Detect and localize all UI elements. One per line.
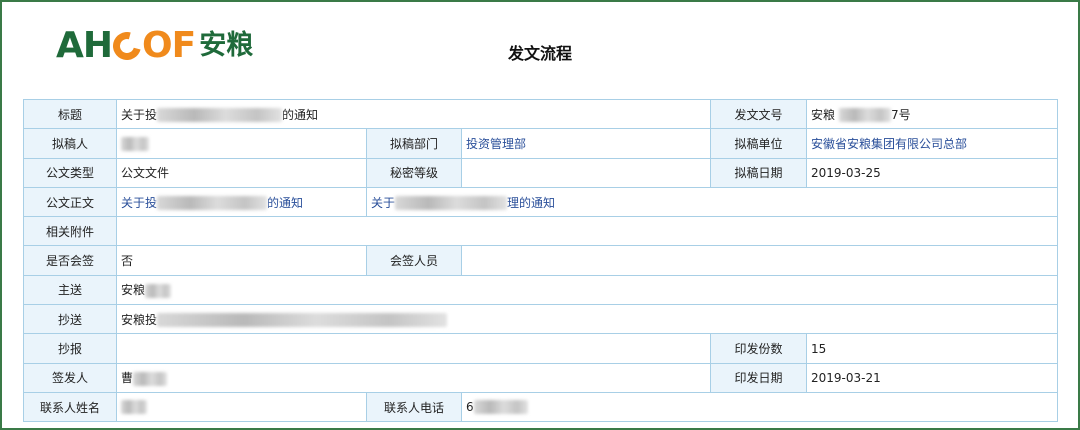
row-doc-body: 公文正文 关于投 的通知 关于 理的通知 xyxy=(23,186,1059,218)
page-title: 发文流程 xyxy=(507,44,572,63)
value-title: 关于投 的通知 xyxy=(115,98,712,130)
row-main-recipient: 主送 安粮 xyxy=(23,274,1059,306)
contact-phone-prefix: 6 xyxy=(466,399,474,414)
issuer-prefix: 曹 xyxy=(121,371,134,386)
doc-body-link-1-prefix: 关于投 xyxy=(121,195,158,210)
redacted-block xyxy=(473,400,528,415)
value-secret-level xyxy=(460,157,712,188)
label-attachments: 相关附件 xyxy=(23,216,117,247)
value-countersign: 否 xyxy=(116,245,367,276)
value-drafter xyxy=(116,128,367,159)
row-title: 标题 关于投 的通知 发文文号 安粮 7号 xyxy=(23,98,1059,130)
label-secret-level: 秘密等级 xyxy=(366,157,462,188)
label-draft-unit: 拟稿单位 xyxy=(710,128,808,159)
doc-body-link-2[interactable]: 关于 理的通知 xyxy=(371,195,556,211)
value-main-recipient: 安粮 xyxy=(115,274,1059,306)
doc-no-prefix: 安粮 xyxy=(811,107,836,122)
label-issuer: 签发人 xyxy=(23,362,117,393)
value-contact-name xyxy=(116,391,367,423)
row-countersign: 是否会签 否 会签人员 xyxy=(23,245,1059,276)
value-report xyxy=(115,333,712,364)
value-attachments xyxy=(115,216,1059,247)
value-print-date: 2019-03-21 xyxy=(806,362,1059,393)
value-draft-date: 2019-03-25 xyxy=(806,157,1059,188)
value-countersign-people xyxy=(460,245,1059,276)
label-contact-phone: 联系人电话 xyxy=(366,391,462,423)
value-print-copies: 15 xyxy=(806,333,1059,364)
label-doc-type: 公文类型 xyxy=(23,157,117,188)
doc-body-link-1-suffix: 的通知 xyxy=(267,195,304,210)
row-issuer: 签发人 曹 印发日期 2019-03-21 xyxy=(23,362,1059,393)
label-draft-dept: 拟稿部门 xyxy=(366,128,462,159)
value-draft-dept: 投资管理部 xyxy=(460,128,712,159)
logo-latin-of: OF xyxy=(142,25,196,66)
label-cc: 抄送 xyxy=(23,304,117,335)
redacted-block xyxy=(157,108,283,123)
logo-latin-ah: AH xyxy=(56,25,113,66)
cc-prefix: 安粮投 xyxy=(121,312,158,327)
value-doc-no: 安粮 7号 xyxy=(806,98,1059,130)
doc-no-suffix: 7号 xyxy=(891,107,911,122)
row-contact: 联系人姓名 联系人电话 6 xyxy=(23,391,1059,423)
doc-body-link-1[interactable]: 关于投 的通知 xyxy=(121,195,304,211)
redacted-block xyxy=(121,136,149,151)
redacted-block xyxy=(145,283,172,298)
value-draft-unit: 安徽省安粮集团有限公司总部 xyxy=(806,128,1059,159)
label-countersign-people: 会签人员 xyxy=(366,245,462,276)
label-print-copies: 印发份数 xyxy=(710,333,808,364)
doc-body-link-2-suffix: 理的通知 xyxy=(507,195,556,210)
value-doc-type: 公文文件 xyxy=(116,157,367,188)
label-doc-body: 公文正文 xyxy=(23,186,117,218)
label-doc-no: 发文文号 xyxy=(710,98,808,130)
label-print-date: 印发日期 xyxy=(710,362,808,393)
label-title: 标题 xyxy=(23,98,117,130)
label-main-recipient: 主送 xyxy=(23,274,117,306)
row-attachments: 相关附件 xyxy=(23,216,1059,247)
value-contact-phone: 6 xyxy=(460,391,1059,423)
title-suffix: 的通知 xyxy=(282,107,319,122)
value-issuer: 曹 xyxy=(115,362,712,393)
value-doc-body-1: 关于投 的通知 xyxy=(116,186,367,218)
redacted-block xyxy=(157,313,448,328)
logo-ring-icon xyxy=(107,26,147,66)
row-drafter: 拟稿人 拟稿部门 投资管理部 拟稿单位 安徽省安粮集团有限公司总部 xyxy=(23,128,1059,159)
redacted-block xyxy=(839,108,892,123)
document-form-table: 标题 关于投 的通知 发文文号 安粮 7号 拟稿人 拟稿部门 投资管理部 拟稿单位 … xyxy=(23,98,1059,423)
label-drafter: 拟稿人 xyxy=(23,128,117,159)
draft-unit-link[interactable]: 安徽省安粮集团有限公司总部 xyxy=(811,137,967,151)
label-report: 抄报 xyxy=(23,333,117,364)
main-recipient-prefix: 安粮 xyxy=(121,283,146,298)
value-doc-body-2: 关于 理的通知 xyxy=(365,186,1059,218)
company-logo: AH OF 安粮 xyxy=(56,26,253,66)
value-cc: 安粮投 xyxy=(115,304,1059,335)
row-cc: 抄送 安粮投 xyxy=(23,304,1059,335)
logo-chinese-name: 安粮 xyxy=(199,30,254,61)
draft-dept-link[interactable]: 投资管理部 xyxy=(466,137,526,151)
redacted-block xyxy=(157,196,268,211)
label-countersign: 是否会签 xyxy=(23,245,117,276)
redacted-block xyxy=(133,371,168,386)
label-draft-date: 拟稿日期 xyxy=(710,157,808,188)
redacted-block xyxy=(395,196,508,211)
title-prefix: 关于投 xyxy=(121,107,158,122)
row-doc-type: 公文类型 公文文件 秘密等级 拟稿日期 2019-03-25 xyxy=(23,157,1059,188)
redacted-block xyxy=(121,400,147,415)
label-contact-name: 联系人姓名 xyxy=(23,391,117,423)
doc-body-link-2-prefix: 关于 xyxy=(371,195,396,210)
row-report: 抄报 印发份数 15 xyxy=(23,333,1059,364)
